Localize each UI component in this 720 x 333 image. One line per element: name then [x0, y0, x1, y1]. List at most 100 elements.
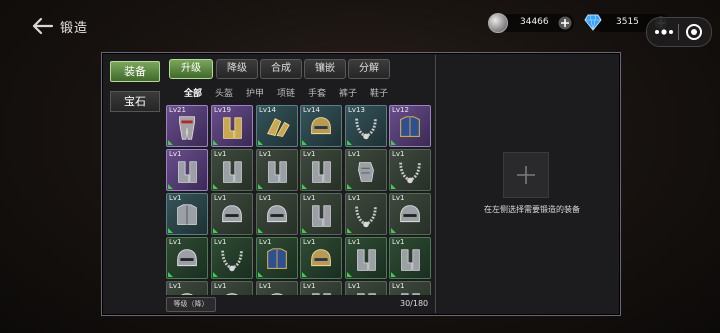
equipment-slot[interactable]: Lv1: [300, 281, 342, 295]
filter-necklace[interactable]: 项链: [277, 86, 295, 99]
equipment-slot[interactable]: Lv1: [211, 281, 253, 295]
equipment-slot[interactable]: Lv1: [166, 281, 208, 295]
helmet-icon: [177, 249, 197, 267]
equipment-slot[interactable]: Lv1: [345, 237, 387, 279]
equipment-slot[interactable]: Lv1: [256, 149, 298, 191]
boots-gold-icon: [223, 117, 242, 139]
gem-value: 3515: [616, 17, 639, 27]
chest-armor-blue-icon: [267, 248, 287, 269]
forge-panel: 装备 宝石 升级 降级 合成 镶嵌 分解 全部 头盔 护甲 项链 手套 裤子 鞋…: [101, 52, 621, 316]
close-circle-icon[interactable]: [685, 23, 703, 41]
filter-all[interactable]: 全部: [184, 86, 202, 99]
sort-level-button[interactable]: 等级（降）: [166, 297, 216, 312]
equipment-slot[interactable]: Lv1: [300, 237, 342, 279]
helmet-icon: [271, 293, 283, 295]
forge-slot[interactable]: [503, 152, 549, 198]
equipment-slot[interactable]: Lv1: [256, 237, 298, 279]
helmet-icon: [222, 205, 242, 223]
necklace-icon: [355, 206, 377, 228]
equipment-grid: Lv21 Lv19 Lv14 Lv14 Lv13 Lv12 Lv1 Lv1 Lv1 Lv1 Lv1 L…: [166, 105, 434, 295]
chest-armor-blue-icon: [400, 116, 420, 137]
equipment-slot[interactable]: Lv1: [389, 281, 431, 295]
equipment-slot[interactable]: Lv13: [345, 105, 387, 147]
owned-marker: [213, 140, 218, 145]
equipment-slot[interactable]: Lv1: [389, 193, 431, 235]
boots-icon: [401, 249, 420, 271]
boots-icon: [312, 161, 331, 183]
equipment-slot[interactable]: Lv1: [256, 281, 298, 295]
equipment-slot[interactable]: Lv1: [166, 237, 208, 279]
equipment-slot[interactable]: Lv1: [300, 149, 342, 191]
tab-gem[interactable]: 宝石: [110, 91, 160, 112]
owned-marker: [258, 140, 263, 145]
equipment-slot[interactable]: Lv1: [389, 237, 431, 279]
upgrade-button[interactable]: 升级: [169, 59, 213, 79]
owned-marker: [213, 272, 218, 277]
owned-marker: [391, 272, 396, 277]
dismantle-button[interactable]: 分解: [348, 59, 390, 79]
owned-marker: [258, 184, 263, 189]
equipment-slot[interactable]: Lv1: [300, 193, 342, 235]
equipment-slot[interactable]: Lv1: [166, 193, 208, 235]
equipment-slot[interactable]: Lv1: [345, 281, 387, 295]
owned-marker: [213, 184, 218, 189]
more-dots-icon[interactable]: [655, 27, 673, 37]
top-bar: 锻造 34466 3515: [0, 0, 720, 52]
tab-equipment[interactable]: 装备: [110, 61, 160, 82]
owned-marker: [168, 184, 173, 189]
owned-marker: [168, 228, 173, 233]
mini-program-capsule: [646, 17, 712, 47]
helmet-gold-icon: [311, 249, 331, 267]
equipment-slot[interactable]: Lv1: [166, 149, 208, 191]
boots-icon: [178, 161, 197, 183]
back-arrow-icon[interactable]: [32, 17, 54, 35]
filter-pants[interactable]: 裤子: [339, 86, 357, 99]
owned-marker: [302, 184, 307, 189]
equipment-slot[interactable]: Lv12: [389, 105, 431, 147]
gauntlet-gold-icon: [267, 118, 290, 137]
chest-armor-icon: [177, 204, 197, 225]
boots-icon: [268, 161, 287, 183]
filter-armor[interactable]: 护甲: [246, 86, 264, 99]
select-equipment-hint: 在左侧选择需要锻造的装备: [484, 205, 580, 214]
equipment-slot[interactable]: Lv1: [211, 237, 253, 279]
owned-marker: [258, 272, 263, 277]
capsule-divider: [678, 24, 679, 40]
owned-marker: [347, 272, 352, 277]
equipment-slot[interactable]: Lv14: [256, 105, 298, 147]
owned-marker: [258, 228, 263, 233]
equipment-slot[interactable]: Lv19: [211, 105, 253, 147]
inventory-count: 30/180: [400, 299, 429, 308]
owned-marker: [347, 140, 352, 145]
filter-shoes[interactable]: 鞋子: [370, 86, 388, 99]
plus-icon: [517, 166, 535, 184]
page-title: 锻造: [60, 21, 89, 36]
equipment-slot[interactable]: Lv1: [211, 193, 253, 235]
equipment-slot[interactable]: Lv1: [256, 193, 298, 235]
filter-helmet[interactable]: 头盔: [215, 86, 233, 99]
equipment-slot[interactable]: Lv1: [389, 149, 431, 191]
helmet-icon: [400, 205, 420, 223]
panel-divider: [435, 55, 436, 313]
equipment-slot[interactable]: Lv1: [345, 149, 387, 191]
helmet-gold-icon: [311, 117, 331, 135]
filter-gloves[interactable]: 手套: [308, 86, 326, 99]
owned-marker: [391, 228, 396, 233]
helmet-icon: [267, 205, 287, 223]
inlay-button[interactable]: 镶嵌: [304, 59, 346, 79]
coin-value: 34466: [520, 17, 549, 27]
owned-marker: [391, 184, 396, 189]
owned-marker: [347, 184, 352, 189]
diamond-icon: [584, 14, 602, 31]
equipment-slot[interactable]: Lv21: [166, 105, 208, 147]
equipment-slot[interactable]: Lv1: [211, 149, 253, 191]
gauntlet-icon: [358, 162, 374, 182]
equipment-slot[interactable]: Lv14: [300, 105, 342, 147]
equipment-slot[interactable]: Lv1: [345, 193, 387, 235]
boots-icon: [401, 293, 420, 295]
downgrade-button[interactable]: 降级: [216, 59, 258, 79]
helmet-icon: [181, 293, 193, 295]
combine-button[interactable]: 合成: [260, 59, 302, 79]
add-coin-icon[interactable]: [558, 16, 572, 30]
silver-coin-icon: [488, 13, 508, 33]
